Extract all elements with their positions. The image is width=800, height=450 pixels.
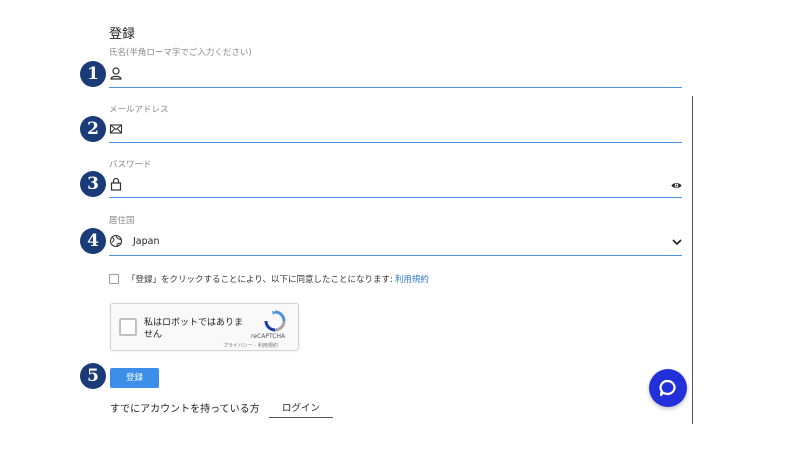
terms-link[interactable]: 利用規約: [395, 273, 429, 285]
terms-text: 「登録」をクリックすることにより、以下に同意したことになります:: [127, 275, 393, 285]
lock-icon: [110, 177, 122, 191]
step-badge-3: 3: [80, 171, 106, 197]
login-link[interactable]: ログイン: [269, 400, 333, 418]
chat-icon: [659, 379, 676, 397]
terms-row: 「登録」をクリックすることにより、以下に同意したことになります: 利用規約: [109, 272, 429, 286]
step-badge-2: 2: [80, 116, 106, 142]
name-field-label: 氏名(半角ローマ字でご入力ください): [109, 48, 252, 58]
email-field[interactable]: メールアドレス: [109, 103, 682, 145]
globe-icon: [109, 234, 123, 248]
email-underline: [109, 142, 682, 143]
page-title: 登録: [109, 27, 136, 42]
step-badge-1: 1: [80, 61, 106, 87]
recaptcha-widget: 私はロボットではありません reCAPTCHA プライバシー - 利用規約: [110, 303, 299, 351]
eye-icon[interactable]: [671, 180, 682, 191]
chevron-down-icon[interactable]: [672, 238, 682, 246]
register-button[interactable]: 登録: [110, 368, 159, 388]
chat-button[interactable]: [649, 369, 687, 407]
country-underline: [109, 255, 682, 256]
recaptcha-brand: reCAPTCHA: [251, 333, 286, 340]
recaptcha-text: 私はロボットではありません: [144, 318, 244, 340]
scrollbar-track: [692, 96, 693, 424]
mail-icon: [109, 124, 123, 134]
email-field-label: メールアドレス: [109, 105, 169, 115]
password-field-label: パスワード: [109, 160, 152, 170]
recaptcha-checkbox[interactable]: [119, 318, 137, 336]
user-icon: [110, 67, 122, 80]
name-field[interactable]: 氏名(半角ローマ字でご入力ください): [109, 46, 682, 90]
step-badge-4: 4: [80, 228, 106, 254]
country-select[interactable]: 居住国 Japan: [109, 214, 682, 258]
password-field[interactable]: パスワード: [109, 158, 682, 200]
name-underline: [109, 87, 682, 88]
country-value: Japan: [133, 236, 160, 247]
country-field-label: 居住国: [109, 216, 135, 226]
recaptcha-icon: [264, 310, 286, 332]
password-underline: [109, 197, 682, 198]
recaptcha-links[interactable]: プライバシー - 利用規約: [223, 342, 278, 349]
step-badge-5: 5: [80, 363, 106, 389]
account-prompt: すでにアカウントを持っている方: [110, 404, 260, 415]
terms-checkbox[interactable]: [109, 274, 119, 284]
